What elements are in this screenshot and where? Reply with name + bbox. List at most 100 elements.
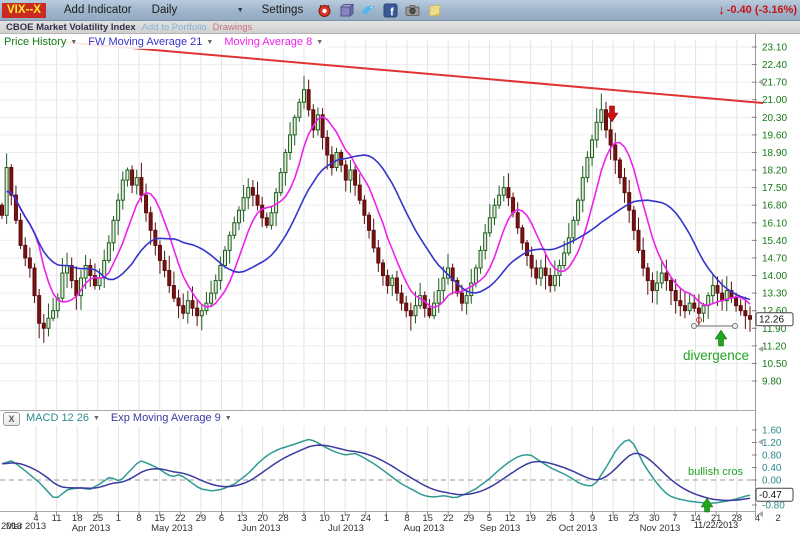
candle <box>632 210 635 230</box>
price-axis-label: 10.50 <box>762 359 787 370</box>
current-price-box-text: 12.26 <box>759 315 784 326</box>
settings-button[interactable]: Settings <box>262 4 304 16</box>
candle <box>233 223 236 236</box>
current-macd-box-text: -0.47 <box>759 490 782 501</box>
candle <box>330 155 333 168</box>
chevron-down-icon[interactable]: ▼ <box>316 39 323 46</box>
candle <box>289 135 292 153</box>
alarm-icon[interactable] <box>317 3 332 18</box>
chevron-down-icon[interactable]: ▼ <box>206 39 213 46</box>
candle <box>549 276 552 286</box>
candle <box>749 316 752 320</box>
price-axis-label: 19.60 <box>762 130 787 141</box>
candle <box>381 263 384 276</box>
bullish-cross-label[interactable]: bullish cros <box>688 466 744 478</box>
candle <box>279 173 282 193</box>
legend-exp-moving-average-9[interactable]: Exp Moving Average 9 ▼ <box>111 412 232 424</box>
candle <box>131 170 134 185</box>
candle <box>168 271 171 286</box>
candle <box>493 205 496 218</box>
candle <box>163 260 166 270</box>
legend-moving-average-8[interactable]: Moving Average 8 ▼ <box>224 36 323 48</box>
chart-area[interactable]: 23.1022.4021.7021.0020.3019.6018.9018.20… <box>0 34 800 532</box>
twitter-icon[interactable] <box>361 3 376 18</box>
candle <box>735 298 738 306</box>
month-axis-label: Aug 2013 <box>404 523 445 532</box>
candle <box>24 245 27 258</box>
candle <box>405 303 408 311</box>
candle <box>572 220 575 238</box>
macd-axis-label: 1.20 <box>762 438 782 449</box>
candle <box>298 102 301 117</box>
date-axis-label: 16 <box>608 513 619 524</box>
candle <box>674 291 677 301</box>
candle <box>437 291 440 304</box>
candle <box>219 265 222 280</box>
add-to-portfolio-link[interactable]: Add to Portfolio <box>142 22 207 33</box>
candle <box>651 281 654 291</box>
candle <box>377 248 380 263</box>
candle <box>697 308 700 313</box>
chevron-down-icon[interactable]: ▼ <box>237 7 244 14</box>
price-axis-label: 11.20 <box>762 341 787 352</box>
candle <box>502 188 505 196</box>
drawn-line-handle[interactable] <box>692 324 697 329</box>
period-dropdown[interactable]: Daily ▼ <box>152 4 244 16</box>
price-axis-label: 18.20 <box>762 166 787 177</box>
note-icon[interactable] <box>427 3 442 18</box>
toolbar-icons: f <box>317 3 442 18</box>
candle <box>498 195 501 205</box>
drawings-link[interactable]: Drawings <box>213 22 253 33</box>
candle <box>414 306 417 316</box>
drawn-line-handle[interactable] <box>733 324 738 329</box>
candle <box>140 178 143 196</box>
candle <box>158 245 161 260</box>
date-stamp-label: 11/22/2013 <box>694 520 738 530</box>
candle <box>656 283 659 291</box>
candle <box>577 200 580 220</box>
candle <box>47 318 50 328</box>
legend-fw-moving-average-21[interactable]: FW Moving Average 21 ▼ <box>88 36 213 48</box>
candle <box>177 298 180 306</box>
candle <box>679 301 682 306</box>
trendline[interactable] <box>62 42 763 103</box>
legend-price-history[interactable]: Price History ▼ <box>4 36 77 48</box>
buy-arrow-icon[interactable] <box>715 330 727 346</box>
price-axis-label: 15.40 <box>762 236 787 247</box>
date-axis-label: 2 <box>775 513 780 524</box>
date-axis-label: 1 <box>384 513 389 524</box>
candle <box>210 293 213 303</box>
camera-icon[interactable] <box>405 3 420 18</box>
candle <box>544 268 547 276</box>
chevron-down-icon[interactable]: ▼ <box>225 415 232 422</box>
candle <box>386 276 389 286</box>
candle <box>535 268 538 278</box>
date-axis-label: 29 <box>464 513 475 524</box>
legend-macd[interactable]: MACD 12 26 ▼ <box>26 412 100 424</box>
candle <box>126 170 129 180</box>
candle <box>10 168 13 196</box>
candle <box>121 180 124 200</box>
macd-line <box>2 440 750 504</box>
candle <box>586 157 589 177</box>
candle <box>75 281 78 296</box>
buy-arrow-icon[interactable] <box>701 498 713 512</box>
facebook-icon[interactable]: f <box>383 3 398 18</box>
month-axis-label: May 2013 <box>151 523 193 532</box>
divergence-label[interactable]: divergence <box>683 348 749 363</box>
axis-marker-icon <box>758 439 763 445</box>
candle <box>154 230 157 245</box>
candle <box>172 286 175 299</box>
chevron-down-icon[interactable]: ▼ <box>93 415 100 422</box>
candle <box>135 178 138 186</box>
chevron-down-icon[interactable]: ▼ <box>70 39 77 46</box>
cube-icon[interactable] <box>339 3 354 18</box>
close-macd-button[interactable]: X <box>3 412 20 426</box>
price-axis-label: 16.80 <box>762 201 787 212</box>
candle <box>326 137 329 155</box>
grid-layer <box>0 40 755 511</box>
candle <box>344 165 347 180</box>
candle <box>433 303 436 316</box>
candle <box>628 193 631 211</box>
add-indicator-button[interactable]: Add Indicator <box>64 4 132 16</box>
